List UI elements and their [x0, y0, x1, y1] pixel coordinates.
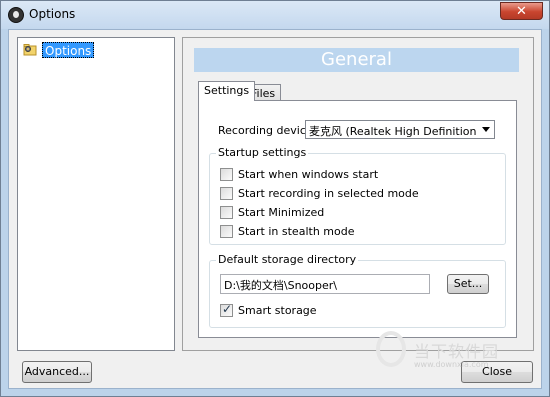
- checkbox-label: Start recording in selected mode: [238, 187, 419, 200]
- settings-panel: General Settings Files Recording device …: [182, 37, 534, 351]
- checkbox-box[interactable]: [220, 168, 233, 181]
- watermark-text: 当下软件园: [414, 342, 500, 361]
- options-tree: Options: [17, 37, 175, 351]
- watermark-url: www.downxia.com: [414, 360, 489, 369]
- startup-settings-group: Startup settings Start when windows star…: [209, 146, 506, 245]
- dialog-body: Options General Settings Files Recording…: [8, 29, 542, 389]
- title-bar[interactable]: Options ✕: [1, 1, 549, 29]
- watermark-logo-icon: [376, 331, 406, 367]
- checkbox-label: Start in stealth mode: [238, 225, 355, 238]
- storage-path-input[interactable]: D:\我的文档\Snooper\: [220, 274, 430, 294]
- storage-directory-title: Default storage directory: [216, 253, 359, 266]
- set-directory-button[interactable]: Set...: [447, 274, 489, 294]
- chevron-down-icon: [482, 127, 490, 132]
- checkbox-box[interactable]: [220, 225, 233, 238]
- checkbox-label: Start Minimized: [238, 206, 325, 219]
- app-icon: [8, 7, 24, 23]
- settings-tab-page: Recording device 麦克风 (Realtek High Defin…: [198, 100, 517, 338]
- advanced-button[interactable]: Advanced...: [22, 361, 92, 383]
- recording-device-value: 麦克风 (Realtek High Definition: [309, 125, 477, 138]
- checkbox-label: Start when windows start: [238, 168, 379, 181]
- checkbox-box[interactable]: [220, 302, 233, 317]
- section-header: General: [194, 48, 519, 72]
- checkbox-box[interactable]: [220, 206, 233, 219]
- checkbox-label: Smart storage: [238, 304, 317, 317]
- startup-settings-title: Startup settings: [216, 146, 309, 159]
- recording-device-label: Recording device: [218, 124, 313, 137]
- tab-settings[interactable]: Settings: [198, 81, 256, 101]
- gear-folder-icon: [23, 44, 37, 56]
- storage-directory-group: Default storage directory D:\我的文档\Snoope…: [209, 253, 506, 328]
- window-title: Options: [29, 7, 76, 21]
- tree-item-label: Options: [42, 42, 95, 58]
- checkbox-box[interactable]: [220, 187, 233, 200]
- close-window-button[interactable]: ✕: [500, 2, 543, 20]
- recording-device-select[interactable]: 麦克风 (Realtek High Definition: [305, 120, 495, 139]
